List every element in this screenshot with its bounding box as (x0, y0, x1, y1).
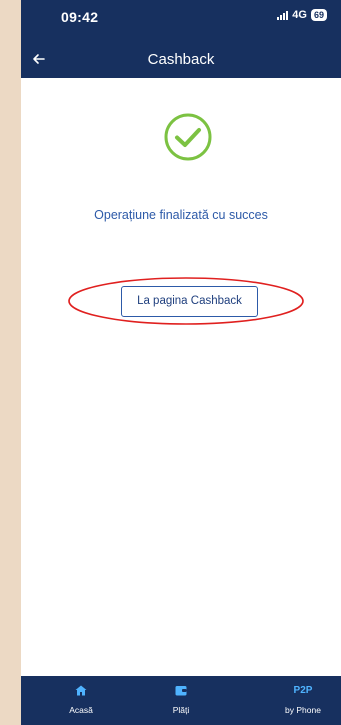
tab-home[interactable]: Acasă (41, 676, 121, 725)
tab-p2p-label: by Phone (285, 705, 321, 715)
page-title: Cashback (147, 51, 215, 68)
wallet-icon (175, 686, 187, 696)
header-bar: Cashback (21, 40, 341, 78)
tab-payments-label: Plăți (172, 705, 190, 715)
home-icon (75, 685, 87, 696)
status-time: 09:42 (61, 9, 99, 25)
phone-screen: 09:42 4G 69 Cashback Operațiune finaliza… (21, 0, 341, 725)
p2p-icon: P2P (293, 685, 313, 696)
bottom-tab-bar: Acasă Plăți P2P by Phone (21, 676, 341, 725)
battery-icon: 69 (310, 9, 327, 21)
success-message: Operațiune finalizată cu succes (94, 208, 268, 222)
tab-p2p[interactable]: P2P by Phone (263, 676, 341, 725)
cashback-page-button[interactable]: La pagina Cashback (121, 286, 258, 317)
success-check-icon (164, 113, 212, 161)
tab-payments[interactable]: Plăți (141, 676, 221, 725)
status-indicators: 4G 69 (277, 9, 327, 21)
signal-icon (277, 10, 289, 20)
network-type: 4G (292, 9, 307, 21)
status-bar: 09:42 4G 69 (21, 0, 341, 40)
tab-home-label: Acasă (69, 705, 93, 715)
